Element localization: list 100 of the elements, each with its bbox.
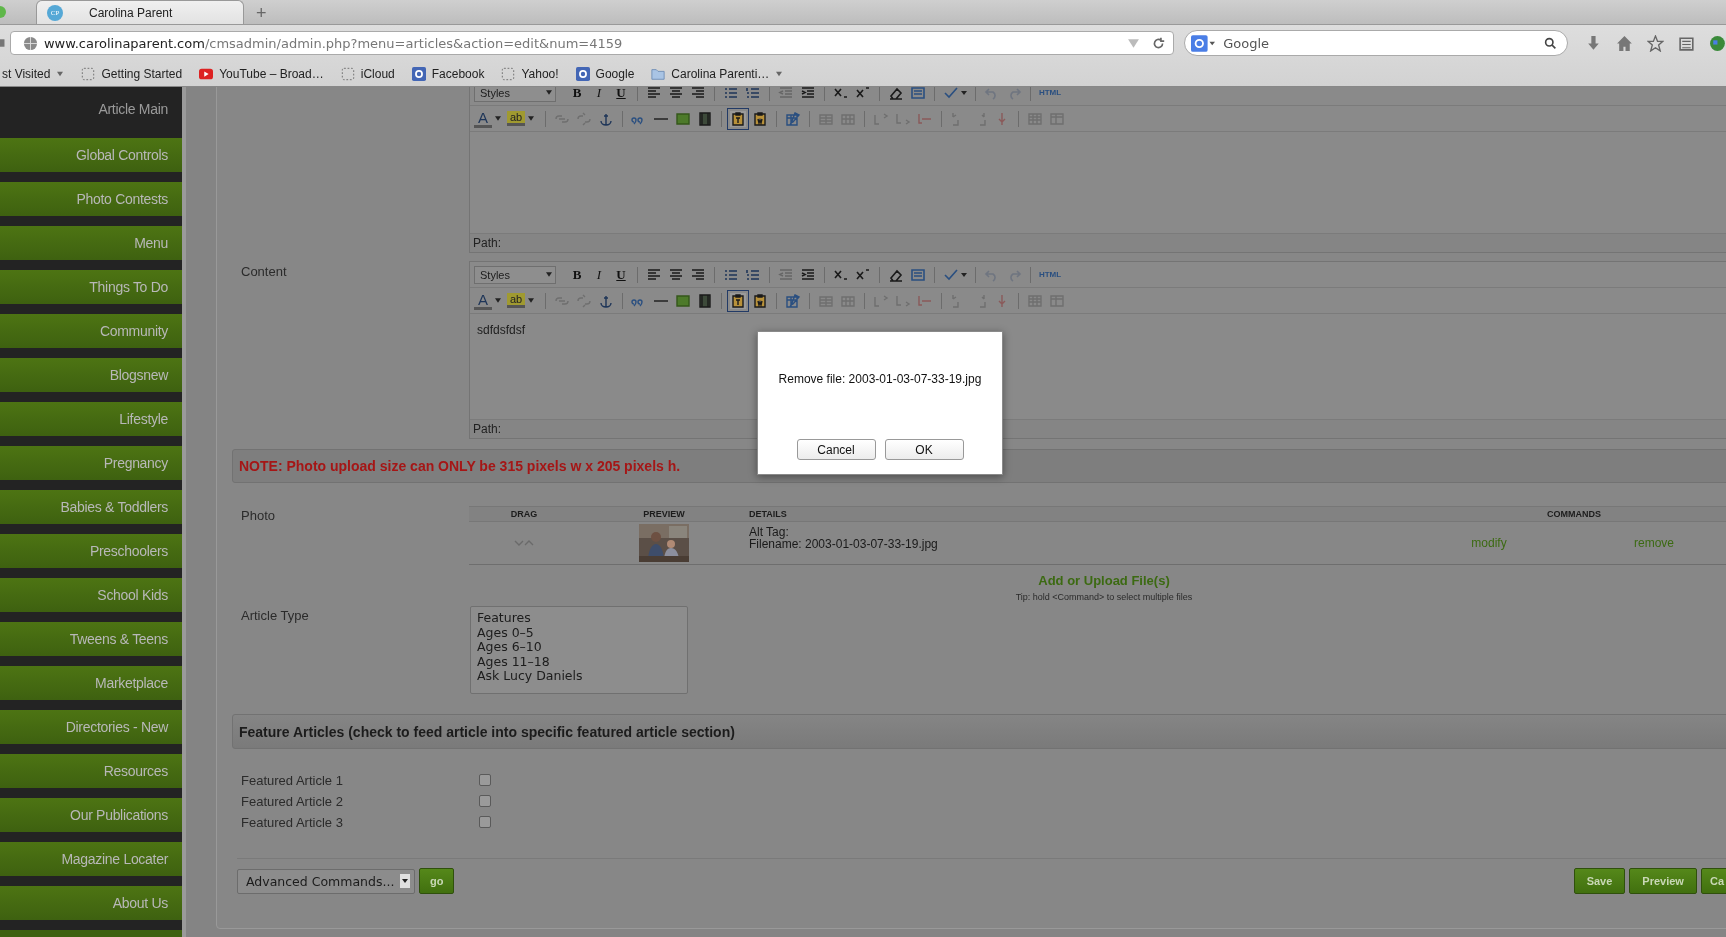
align-right-icon[interactable] — [690, 266, 706, 283]
list-option[interactable]: Ages 11–18 — [477, 654, 681, 670]
drag-handle-icon[interactable] — [514, 539, 534, 547]
address-field[interactable]: www.carolinaparent.com/cmsadmin/admin.php?menu=articles&action=edit&num=4159 — [9, 31, 1175, 55]
highlight-button[interactable]: ab — [507, 293, 525, 308]
sidebar-item[interactable]: Blogsnew — [0, 358, 182, 392]
table-edit-icon[interactable] — [785, 110, 801, 127]
list-option[interactable]: Features — [477, 611, 681, 626]
new-tab-button[interactable]: + — [252, 2, 271, 24]
sidebar-item[interactable]: About Us — [0, 886, 182, 920]
checkmark-icon[interactable] — [943, 87, 967, 101]
align-right-icon[interactable] — [690, 87, 706, 101]
bookmark-item[interactable]: st Visited — [2, 66, 65, 81]
underline-button[interactable]: U — [610, 266, 632, 283]
numbered-list-icon[interactable] — [745, 87, 761, 101]
table-icon[interactable] — [1027, 110, 1043, 127]
italic-button[interactable]: I — [588, 87, 610, 101]
sidebar-item[interactable]: Our Publications — [0, 798, 182, 832]
article-type-list[interactable]: Features Ages 0–5 Ages 6–10 Ages 11–18 Ask Lucy Daniels — [470, 606, 688, 694]
sidebar-icon[interactable] — [0, 36, 6, 50]
sidebar-item[interactable]: Things To Do — [0, 270, 182, 304]
block-icon[interactable] — [910, 266, 926, 283]
table-icon[interactable] — [1027, 292, 1043, 309]
film-icon[interactable] — [697, 292, 713, 309]
bookmark-item[interactable]: YouTube – Broad… — [199, 66, 324, 81]
styles-dropdown[interactable]: Styles — [474, 265, 556, 284]
paste-icon[interactable] — [730, 292, 746, 309]
indent-icon[interactable] — [800, 87, 816, 101]
indent-icon[interactable] — [800, 266, 816, 283]
search-icon[interactable] — [1544, 36, 1558, 50]
caret-icon[interactable] — [528, 298, 534, 303]
font-color-button[interactable]: A — [474, 109, 492, 128]
paste-icon[interactable] — [752, 110, 768, 127]
bookmark-item[interactable]: Google — [575, 66, 635, 81]
search-field[interactable]: Google — [1221, 34, 1539, 52]
bullet-list-icon[interactable] — [723, 87, 739, 101]
insert-row-icon[interactable] — [873, 292, 889, 309]
bookmark-item[interactable]: Getting Started — [81, 66, 183, 81]
insert-row-icon[interactable] — [873, 110, 889, 127]
broken-link-icon[interactable] — [576, 110, 592, 127]
checkbox[interactable] — [479, 773, 491, 786]
outdent-icon[interactable] — [778, 266, 794, 283]
home-icon[interactable] — [1616, 34, 1634, 52]
action-button[interactable]: Preview — [1629, 868, 1697, 894]
clipboard-icon[interactable] — [1678, 34, 1696, 52]
table-edit-icon[interactable] — [785, 292, 801, 309]
italic-button[interactable]: I — [588, 266, 610, 283]
bookmark-item[interactable]: Carolina Parenti… — [651, 66, 784, 81]
search-box[interactable]: Google — [1184, 30, 1569, 56]
bold-button[interactable]: B — [566, 87, 588, 101]
highlight-button[interactable]: ab — [507, 111, 525, 126]
sidebar-item[interactable]: Marketplace — [0, 666, 182, 700]
sidebar-item[interactable]: Magazine Locater — [0, 842, 182, 876]
bookmark-item[interactable]: Yahoo! — [501, 66, 559, 81]
sidebar-item[interactable]: Photo Contests — [0, 182, 182, 216]
table-icon[interactable] — [1049, 292, 1065, 309]
paste-icon[interactable] — [752, 292, 768, 309]
sidebar-item[interactable]: Community — [0, 314, 182, 348]
sidebar-item[interactable]: School Kids — [0, 578, 182, 612]
table-icon[interactable] — [1049, 110, 1065, 127]
sidebar-item[interactable]: Babies & Toddlers — [0, 490, 182, 524]
align-center-icon[interactable] — [668, 266, 684, 283]
window-button[interactable] — [0, 6, 6, 18]
image-icon[interactable] — [675, 110, 691, 127]
subscript-icon[interactable] — [833, 87, 849, 101]
caret-icon[interactable] — [495, 116, 501, 121]
caret-icon[interactable] — [495, 298, 501, 303]
bookmark-item[interactable]: Facebook — [411, 66, 485, 81]
logo-icon[interactable] — [1191, 34, 1216, 52]
bold-button[interactable]: B — [566, 266, 588, 283]
star-icon[interactable] — [1647, 34, 1665, 52]
checkbox[interactable] — [479, 815, 491, 828]
dropdown-arrow-icon[interactable] — [1127, 36, 1141, 50]
sidebar-item[interactable]: Pregnancy — [0, 446, 182, 480]
align-left-icon[interactable] — [646, 87, 662, 101]
sidebar-item[interactable]: Menu — [0, 226, 182, 260]
film-icon[interactable] — [697, 110, 713, 127]
list-option[interactable]: Ask Lucy Daniels — [477, 669, 681, 684]
broken-link-icon[interactable] — [576, 292, 592, 309]
bookmark-item[interactable]: iCloud — [340, 66, 395, 81]
sidebar-item[interactable]: Preschoolers — [0, 534, 182, 568]
eraser-icon[interactable] — [888, 87, 904, 101]
action-button[interactable]: Save — [1573, 868, 1626, 894]
go-button[interactable]: go — [419, 868, 455, 894]
styles-dropdown[interactable]: Styles — [474, 87, 556, 102]
block-icon[interactable] — [910, 87, 926, 101]
reload-icon[interactable] — [1152, 36, 1166, 50]
sidebar-item[interactable]: Global Controls — [0, 138, 182, 172]
dialog-button[interactable]: Cancel — [796, 439, 876, 460]
paste-icon[interactable] — [730, 110, 746, 127]
align-left-icon[interactable] — [646, 266, 662, 283]
commands-dropdown[interactable]: Advanced Commands... — [237, 868, 415, 894]
font-color-button[interactable]: A — [474, 291, 492, 310]
image-icon[interactable] — [675, 292, 691, 309]
sidebar-item[interactable]: Lifestyle — [0, 402, 182, 436]
align-center-icon[interactable] — [668, 87, 684, 101]
caret-icon[interactable] — [528, 116, 534, 121]
outdent-icon[interactable] — [778, 87, 794, 101]
sidebar-item[interactable]: Resources — [0, 754, 182, 788]
action-button[interactable]: Ca — [1700, 868, 1726, 894]
